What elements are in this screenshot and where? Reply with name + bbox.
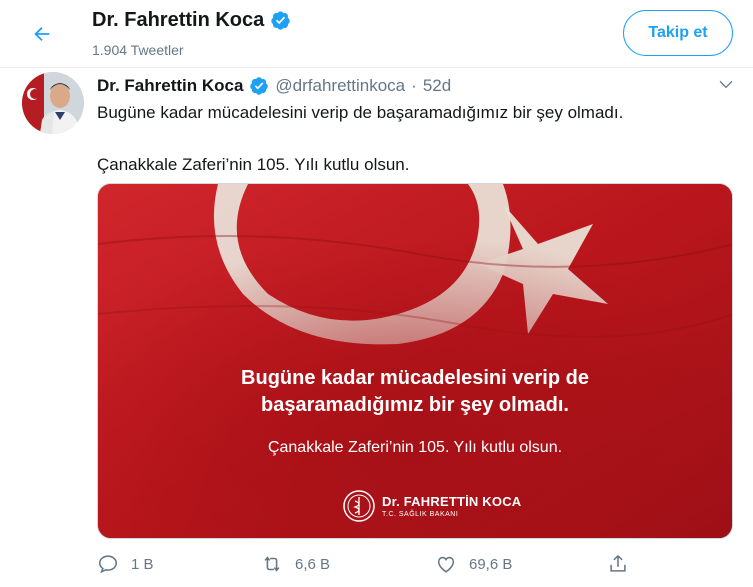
reply-count: 1 B bbox=[131, 555, 154, 573]
logo-subtitle: T.C. SAĞLIK BAKANI bbox=[382, 511, 459, 518]
avatar[interactable] bbox=[22, 72, 84, 134]
tweet[interactable]: Dr. Fahrettin Koca @drfahrettinkoca · 52… bbox=[0, 68, 753, 587]
tweet-text-line: Bugüne kadar mücadelesini verip de başar… bbox=[97, 103, 624, 122]
share-icon bbox=[610, 555, 626, 572]
heart-icon bbox=[437, 556, 455, 573]
chevron-down-icon bbox=[719, 80, 733, 89]
retweet-count: 6,6 B bbox=[295, 555, 331, 573]
tweet-header: Dr. Fahrettin Koca @drfahrettinkoca · 52… bbox=[97, 72, 451, 100]
separator-dot: · bbox=[411, 76, 417, 95]
image-text-line: başaramadığımız bir şey olmadı. bbox=[261, 394, 569, 416]
tweet-menu-button[interactable] bbox=[714, 72, 738, 96]
retweet-icon bbox=[264, 556, 280, 572]
tweet-text-line: Çanakkale Zaferi’nin 105. Yılı kutlu ols… bbox=[97, 155, 410, 174]
image-text-line: Bugüne kadar mücadelesini verip de bbox=[241, 367, 589, 389]
reply-icon bbox=[98, 555, 118, 574]
reply-button[interactable]: 1 B bbox=[97, 553, 154, 575]
profile-header: Dr. Fahrettin Koca 1.904 Tweetler Takip … bbox=[0, 0, 753, 68]
tweet-count: 1.904 Tweetler bbox=[92, 42, 184, 58]
image-text-line: Çanakkale Zaferi’nin 105. Yılı kutlu ols… bbox=[267, 439, 563, 456]
follow-button[interactable]: Takip et bbox=[623, 10, 733, 56]
flag-background bbox=[98, 184, 732, 538]
tweet-image[interactable]: Bugüne kadar mücadelesini verip de başar… bbox=[97, 183, 733, 539]
share-button[interactable] bbox=[607, 553, 629, 575]
back-button[interactable] bbox=[22, 14, 62, 54]
author-handle[interactable]: @drfahrettinkoca bbox=[275, 76, 405, 96]
ministry-logo: Dr. FAHRETTİN KOCA T.C. SAĞLIK BAKANI bbox=[342, 489, 521, 523]
header-title: Dr. Fahrettin Koca bbox=[92, 9, 291, 32]
logo-title: Dr. FAHRETTİN KOCA bbox=[382, 494, 522, 509]
retweet-button[interactable]: 6,6 B bbox=[261, 553, 330, 575]
author-name[interactable]: Dr. Fahrettin Koca bbox=[97, 76, 243, 96]
emblem-icon bbox=[343, 490, 375, 522]
profile-name: Dr. Fahrettin Koca bbox=[92, 9, 265, 31]
verified-badge-icon bbox=[250, 77, 269, 95]
tweet-actions: 1 B 6,6 B 69,6 B bbox=[97, 553, 657, 577]
arrow-left-icon bbox=[34, 26, 50, 42]
verified-badge-icon bbox=[271, 11, 290, 30]
tweet-time[interactable]: 52d bbox=[423, 76, 451, 96]
like-count: 69,6 B bbox=[469, 555, 513, 573]
like-button[interactable]: 69,6 B bbox=[435, 553, 512, 575]
